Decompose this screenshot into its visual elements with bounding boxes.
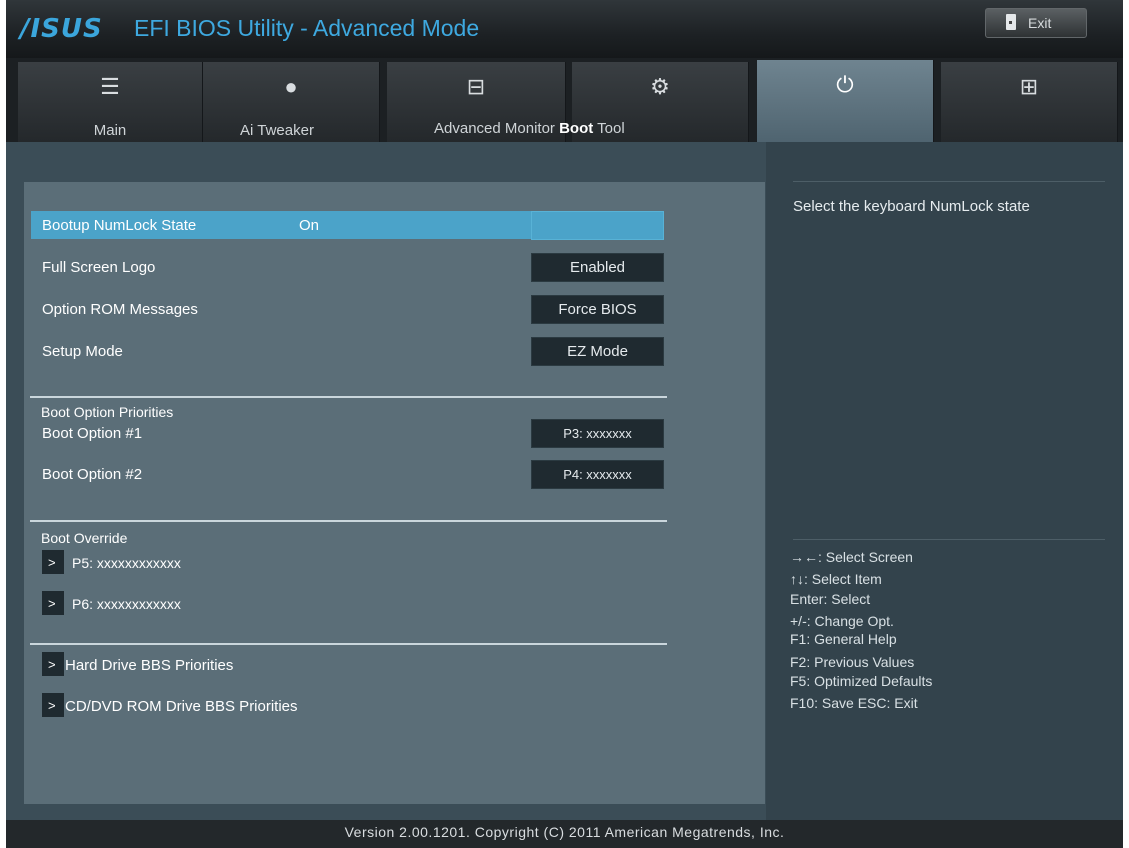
- tab-advanced-label: Advanced: [434, 120, 501, 137]
- tab-ai-tweaker-label: Ai Tweaker: [240, 122, 314, 139]
- key-hint: F2: Previous Values: [790, 654, 915, 670]
- override-label: P6: xxxxxxxxxxxx: [72, 596, 181, 612]
- help-description: Select the keyboard NumLock state: [793, 198, 1030, 215]
- tab-monitor-label: Monitor: [504, 120, 555, 137]
- power-icon: ⏻: [836, 72, 854, 97]
- setting-inline-value: On: [299, 217, 320, 234]
- boot-priorities-title: Boot Option Priorities: [41, 404, 174, 420]
- full-screen-logo-value[interactable]: Enabled: [531, 253, 664, 282]
- monitor-icon: ⚙: [650, 74, 670, 99]
- key-hint: ↑↓: Select Item: [790, 571, 882, 587]
- key-hint: Enter: Select: [790, 591, 871, 607]
- key-hint: F5: Optimized Defaults: [790, 673, 933, 689]
- chevron-right-icon: >: [48, 698, 56, 713]
- tab-boot[interactable]: ⏻: [757, 60, 934, 142]
- title-bar: /ISUS EFI BIOS Utility - Advanced Mode E…: [6, 0, 1123, 58]
- key-hint: →←: Select Screen: [790, 549, 913, 565]
- tab-ai-tweaker[interactable]: ● Ai Tweaker: [203, 62, 380, 142]
- boot-option-1-value[interactable]: P3: xxxxxxx: [531, 419, 664, 448]
- override-label: P5: xxxxxxxxxxxx: [72, 555, 181, 571]
- tab-labels-strip: Advanced Monitor Boot Tool: [434, 120, 625, 137]
- setting-label: Boot Option #1: [42, 425, 143, 442]
- boot-option-2-value[interactable]: P4: xxxxxxx: [531, 460, 664, 489]
- submenu-label: Hard Drive BBS Priorities: [65, 657, 234, 674]
- setting-label: Full Screen Logo: [42, 259, 156, 276]
- help-divider: [793, 539, 1105, 540]
- tool-icon: ⊞: [1019, 74, 1039, 99]
- asus-logo: /ISUS: [20, 14, 103, 44]
- help-panel: [766, 142, 1123, 820]
- chevron-right-icon: >: [48, 657, 56, 672]
- setting-label: Setup Mode: [42, 343, 123, 360]
- key-hint: F1: General Help: [790, 631, 897, 647]
- tab-tool[interactable]: ⊞: [941, 62, 1118, 142]
- tab-bar: ☰ Main ● Ai Tweaker ⊟ ⚙ ⏻ ⊞ Advanced Mon…: [6, 58, 1123, 142]
- exit-button[interactable]: Exit: [985, 8, 1087, 38]
- option-rom-messages-value[interactable]: Force BIOS: [531, 295, 664, 324]
- key-hint: F10: Save ESC: Exit: [790, 695, 918, 711]
- key-hint: +/-: Change Opt.: [790, 613, 894, 629]
- exit-label: Exit: [1028, 15, 1052, 31]
- chevron-right-icon: >: [48, 596, 56, 611]
- advanced-icon: ⊟: [466, 74, 486, 99]
- door-icon: [1006, 14, 1016, 30]
- list-icon: ☰: [100, 74, 120, 99]
- setting-label: Boot Option #2: [42, 466, 143, 483]
- submenu-label: CD/DVD ROM Drive BBS Priorities: [65, 698, 298, 715]
- setting-label: Option ROM Messages: [42, 301, 198, 318]
- tweaker-icon: ●: [284, 74, 298, 99]
- divider: [30, 396, 667, 398]
- boot-override-title: Boot Override: [41, 530, 128, 546]
- version-footer: Version 2.00.1201. Copyright (C) 2011 Am…: [6, 820, 1123, 848]
- help-divider: [793, 181, 1105, 182]
- divider: [30, 643, 667, 645]
- tab-boot-label: Boot: [559, 120, 594, 137]
- chevron-right-icon: >: [48, 555, 56, 570]
- tab-main[interactable]: ☰ Main: [18, 62, 203, 142]
- app-title: EFI BIOS Utility - Advanced Mode: [134, 15, 480, 41]
- tab-main-label: Main: [93, 122, 127, 139]
- setting-label: Bootup NumLock State: [42, 217, 197, 234]
- bios-window: /ISUS EFI BIOS Utility - Advanced Mode E…: [6, 0, 1123, 848]
- divider: [30, 520, 667, 522]
- tab-tool-label: Tool: [597, 120, 625, 137]
- numlock-value-box[interactable]: [531, 211, 664, 240]
- setup-mode-value[interactable]: EZ Mode: [531, 337, 664, 366]
